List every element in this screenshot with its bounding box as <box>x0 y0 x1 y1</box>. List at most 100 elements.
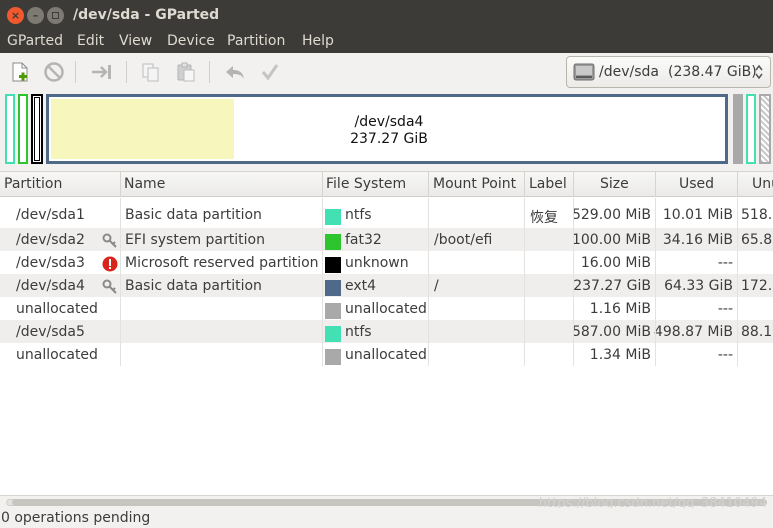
menu-view[interactable]: View <box>119 33 152 49</box>
filesystem-color-swatch <box>325 349 341 365</box>
cell-filesystem: unallocated <box>345 347 427 363</box>
minimize-window-button[interactable]: – <box>27 7 44 24</box>
cell-label: 恢复 <box>530 210 558 226</box>
cell-unused: 88.1 <box>741 324 773 340</box>
resize-move-icon <box>92 65 111 79</box>
menu-partition[interactable]: Partition <box>227 33 285 49</box>
cell-used: 64.33 GiB <box>664 278 733 294</box>
minimize-icon: – <box>32 9 39 22</box>
cell-used: --- <box>717 347 733 363</box>
toolbar: /dev/sda (238.47 GiB) <box>0 53 773 90</box>
resize-move-button[interactable] <box>90 60 114 84</box>
column-header-label[interactable]: Label <box>529 176 567 192</box>
chevron-up-down-icon <box>755 64 763 80</box>
undo-icon <box>226 66 244 79</box>
table-row[interactable]: unallocated unallocated 1.34 MiB --- <box>0 343 773 366</box>
map-segment-sda5[interactable] <box>746 94 756 164</box>
cell-unused: 172. <box>741 278 773 294</box>
column-header-name[interactable]: Name <box>124 176 165 192</box>
maximize-icon <box>52 12 59 19</box>
map-segment-sda4[interactable]: /dev/sda4 237.27 GiB <box>46 94 728 164</box>
key-icon <box>102 279 117 294</box>
cell-filesystem: ntfs <box>345 324 372 340</box>
apply-icon <box>261 64 279 81</box>
cell-name: EFI system partition <box>125 232 265 248</box>
cell-size: 587.00 MiB <box>571 324 651 340</box>
menu-edit[interactable]: Edit <box>77 33 104 49</box>
key-icon <box>102 233 117 248</box>
toolbar-separator <box>126 61 127 83</box>
map-segment-unallocated[interactable] <box>733 94 743 164</box>
cell-filesystem: ntfs <box>345 207 372 223</box>
cell-unused: 518.9 <box>741 207 773 223</box>
menu-bar: GParted Edit View Device Partition Help <box>0 31 773 53</box>
paste-button[interactable] <box>174 60 198 84</box>
partition-table: Partition Name File System Mount Point L… <box>0 171 773 495</box>
map-segment-name: /dev/sda4 <box>354 114 424 130</box>
title-bar: × – /dev/sda - GParted <box>0 0 773 31</box>
column-header-used[interactable]: Used <box>679 176 714 192</box>
map-segment-sda2[interactable] <box>18 94 28 164</box>
table-row[interactable]: /dev/sda3 Microsoft reserved partition unk… <box>0 251 773 274</box>
toolbar-separator <box>75 61 76 83</box>
cell-partition: /dev/sda5 <box>16 324 85 340</box>
menu-gparted[interactable]: GParted <box>7 33 63 49</box>
column-header-size[interactable]: Size <box>600 176 629 192</box>
hard-disk-icon <box>573 63 595 81</box>
cell-partition: unallocated <box>16 301 98 317</box>
toolbar-separator <box>209 61 210 83</box>
undo-button[interactable] <box>223 60 247 84</box>
column-header-unused[interactable]: Unused <box>752 176 773 192</box>
map-segment-sda1[interactable] <box>5 94 15 164</box>
menu-help[interactable]: Help <box>302 33 334 49</box>
partition-map: /dev/sda4 237.27 GiB <box>0 90 773 168</box>
column-header-partition[interactable]: Partition <box>4 176 62 192</box>
table-row[interactable]: /dev/sda1 Basic data partition ntfs 恢复 529.0… <box>0 198 773 228</box>
device-selector[interactable]: /dev/sda (238.47 GiB) <box>566 56 771 88</box>
map-segment-unallocated[interactable] <box>759 94 771 164</box>
device-size: (238.47 GiB) <box>667 64 757 80</box>
cell-filesystem: ext4 <box>345 278 377 294</box>
map-segment-size: 237.27 GiB <box>350 131 428 147</box>
table-header: Partition Name File System Mount Point L… <box>0 172 773 197</box>
new-partition-button[interactable] <box>8 60 32 84</box>
table-row[interactable]: unallocated unallocated 1.16 MiB --- <box>0 297 773 320</box>
cell-size: 529.00 MiB <box>571 207 651 223</box>
filesystem-color-swatch <box>325 209 341 225</box>
table-row[interactable]: /dev/sda2 EFI system partition fat32/boot/… <box>0 228 773 251</box>
column-header-mountpoint[interactable]: Mount Point <box>433 176 516 192</box>
cell-partition: /dev/sda4 <box>16 278 85 294</box>
delete-partition-button[interactable] <box>42 60 66 84</box>
new-partition-icon <box>12 62 28 82</box>
maximize-window-button[interactable] <box>47 7 64 24</box>
cell-mountpoint: /boot/efi <box>434 232 493 248</box>
map-segment-sda3[interactable] <box>31 94 43 164</box>
column-header-filesystem[interactable]: File System <box>326 176 406 192</box>
device-name: /dev/sda <box>599 64 659 80</box>
cell-size: 1.34 MiB <box>589 347 651 363</box>
cell-name: Microsoft reserved partition <box>125 255 319 271</box>
used-space-fill <box>51 99 234 159</box>
cell-size: 16.00 MiB <box>580 255 651 271</box>
cell-filesystem: unknown <box>345 255 409 271</box>
filesystem-color-swatch <box>325 303 341 319</box>
cell-partition: /dev/sda3 <box>16 255 85 271</box>
cell-size: 100.00 MiB <box>571 232 651 248</box>
filesystem-color-swatch <box>325 326 341 342</box>
cell-name: Basic data partition <box>125 278 262 294</box>
apply-button[interactable] <box>258 60 282 84</box>
cell-used: 10.01 MiB <box>662 207 733 223</box>
menu-device[interactable]: Device <box>167 33 215 49</box>
cell-filesystem: fat32 <box>345 232 382 248</box>
cell-unused: 65.8 <box>741 232 773 248</box>
table-row[interactable]: /dev/sda4 Basic data partition ext4 / 237.27… <box>0 274 773 297</box>
cell-used: 498.87 MiB <box>653 324 733 340</box>
cell-mountpoint: / <box>434 278 439 294</box>
window-title: /dev/sda - GParted <box>73 7 220 23</box>
copy-button[interactable] <box>139 60 163 84</box>
error-icon <box>102 256 118 272</box>
table-row[interactable]: /dev/sda5 ntfs 587.00 MiB 498.87 MiB 88.1 <box>0 320 773 343</box>
close-window-button[interactable]: × <box>7 7 24 24</box>
delete-icon <box>44 62 64 82</box>
cell-size: 237.27 GiB <box>573 278 651 294</box>
